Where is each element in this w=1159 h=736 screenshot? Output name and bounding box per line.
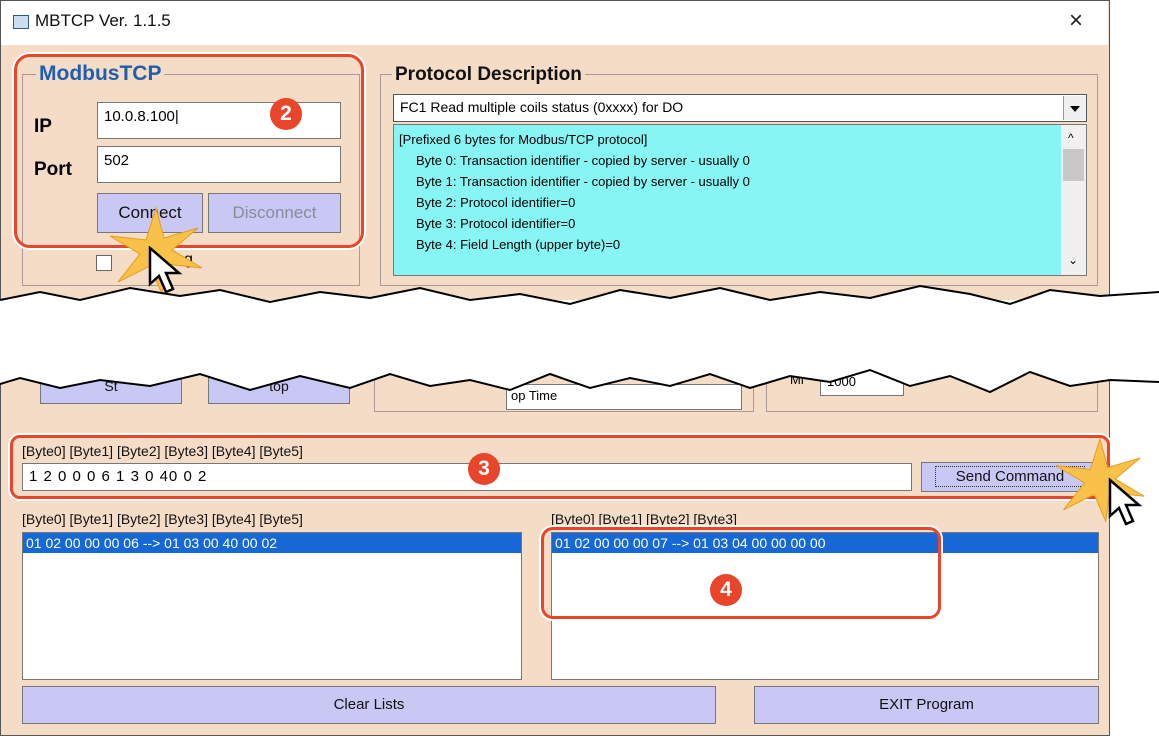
function-select[interactable]: FC1 Read multiple coils status (0xxxx) f… — [393, 94, 1087, 122]
torn-edge-top — [0, 284, 1159, 330]
close-button[interactable]: × — [1069, 7, 1083, 35]
title-bar: MBTCP Ver. 1.1.5 × — [1, 1, 1108, 45]
protocol-description-box: [Prefixed 6 bytes for Modbus/TCP protoco… — [393, 124, 1087, 276]
scroll-thumb[interactable] — [1063, 149, 1084, 181]
send-list-header: [Byte0] [Byte1] [Byte2] [Byte3] [Byte4] … — [22, 511, 303, 527]
scroll-up-icon[interactable]: ^ — [1068, 131, 1074, 145]
mouse-cursor-send-shape — [1108, 478, 1143, 526]
torn-fill-bottom — [0, 330, 1159, 392]
torn-edge-bottom — [0, 330, 1159, 394]
description-scrollbar[interactable]: ^ ⌄ — [1061, 125, 1086, 275]
desc-line: Byte 3: Protocol identifier=0 — [416, 216, 576, 231]
chevron-down-icon[interactable] — [1063, 96, 1086, 120]
annotation-box-3 — [10, 435, 1110, 499]
badge-3: 3 — [468, 453, 500, 485]
desc-line: Byte 1: Transaction identifier - copied … — [416, 174, 750, 189]
recv-list-header: [Byte0] [Byte1] [Byte2] [Byte3] — [551, 511, 737, 527]
send-list[interactable]: 01 02 00 00 00 06 --> 01 03 00 40 00 02 — [22, 532, 522, 680]
desc-line: Byte 2: Protocol identifier=0 — [416, 195, 576, 210]
scroll-down-icon[interactable]: ⌄ — [1068, 253, 1078, 267]
badge-4: 4 — [710, 574, 742, 606]
annotation-box-4 — [541, 527, 941, 619]
send-list-item[interactable]: 01 02 00 00 00 06 --> 01 03 00 40 00 02 — [23, 533, 521, 553]
torn-fill-top — [0, 286, 1159, 330]
mouse-cursor-icon-send — [1108, 478, 1143, 526]
clear-lists-button[interactable]: Clear Lists — [22, 686, 716, 724]
badge-2: 2 — [270, 98, 302, 130]
function-select-value: FC1 Read multiple coils status (0xxxx) f… — [400, 99, 684, 115]
chevron-down-shape — [1070, 106, 1080, 112]
window-title: MBTCP Ver. 1.1.5 — [35, 11, 171, 30]
app-icon — [13, 15, 29, 29]
exit-program-button[interactable]: EXIT Program — [754, 686, 1099, 724]
protocol-group-label: Protocol Description — [392, 64, 585, 86]
chevron-down-triangle — [1070, 106, 1080, 112]
desc-line: Byte 4: Field Length (upper byte)=0 — [416, 237, 621, 252]
desc-line: [Prefixed 6 bytes for Modbus/TCP protoco… — [399, 132, 648, 147]
desc-line: Byte 0: Transaction identifier - copied … — [416, 153, 750, 168]
